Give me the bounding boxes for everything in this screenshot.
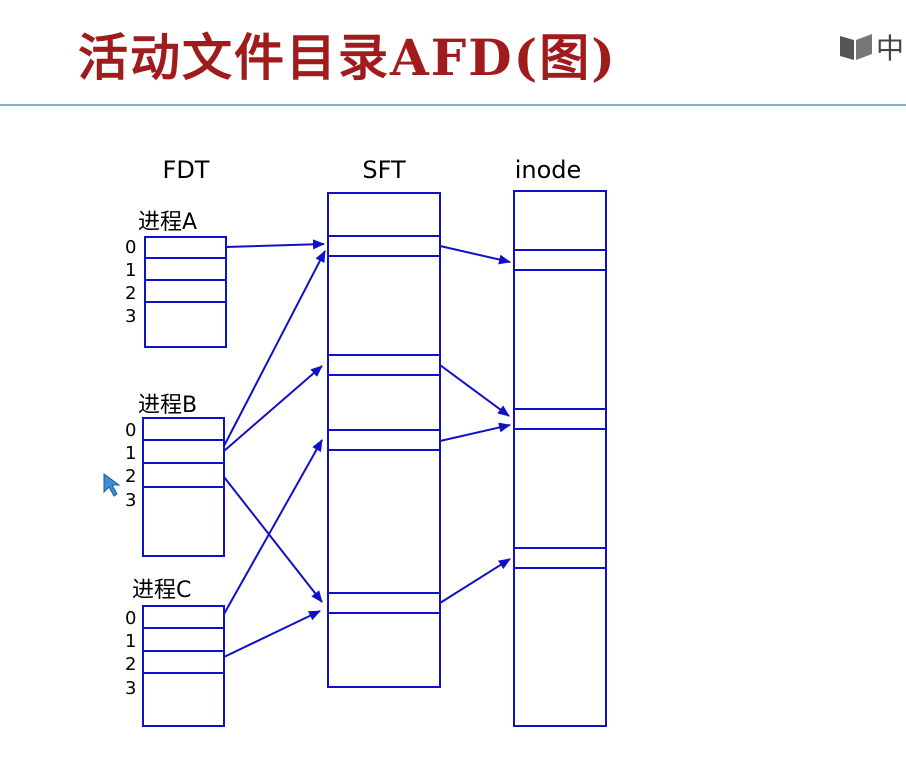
process-b-label: 进程B [138,393,197,418]
process-b-slot-3: 3 [125,490,136,511]
arrow-b2-to-sft [223,476,323,603]
sft-column-label: SFT [362,156,406,184]
process-b-slot-2: 2 [125,466,136,487]
arrow-sft3-to-inode [439,422,511,442]
afd-diagram: FDT SFT inode 进程A 0 1 2 3 进程B 0 1 2 3 进程… [125,156,607,727]
sft-table [327,192,441,688]
process-c-label: 进程C [132,578,191,603]
arrow-sft4-to-inode [439,558,511,604]
process-c-fdt-table [142,605,225,727]
process-c-slot-0: 0 [125,608,136,629]
process-c-slot-2: 2 [125,654,136,675]
arrow-sft1-to-inode [439,245,511,265]
fdt-column-label: FDT [163,156,210,184]
process-a-label: 进程A [138,210,197,235]
process-a-slot-3: 3 [125,306,136,327]
arrow-c0-to-sft [223,439,323,615]
inode-column-label: inode [515,156,582,184]
arrow-a0-to-sft [225,239,325,250]
process-a-fdt-table [144,236,227,348]
mouse-cursor-icon [103,473,121,497]
process-a-slot-0: 0 [125,237,136,258]
process-b-fdt-table [142,417,225,557]
process-a-slot-1: 1 [125,260,136,281]
inode-table [513,190,607,727]
process-b-slot-0: 0 [125,420,136,441]
process-a-slot-2: 2 [125,283,136,304]
process-c-slot-3: 3 [125,678,136,699]
process-c-slot-1: 1 [125,631,136,652]
arrow-sft2-to-inode [439,364,510,417]
process-b-slot-1: 1 [125,443,136,464]
arrow-c2-to-sft [223,610,321,658]
arrow-b1-to-sft [223,365,323,452]
arrow-b0-to-sft [223,250,326,447]
